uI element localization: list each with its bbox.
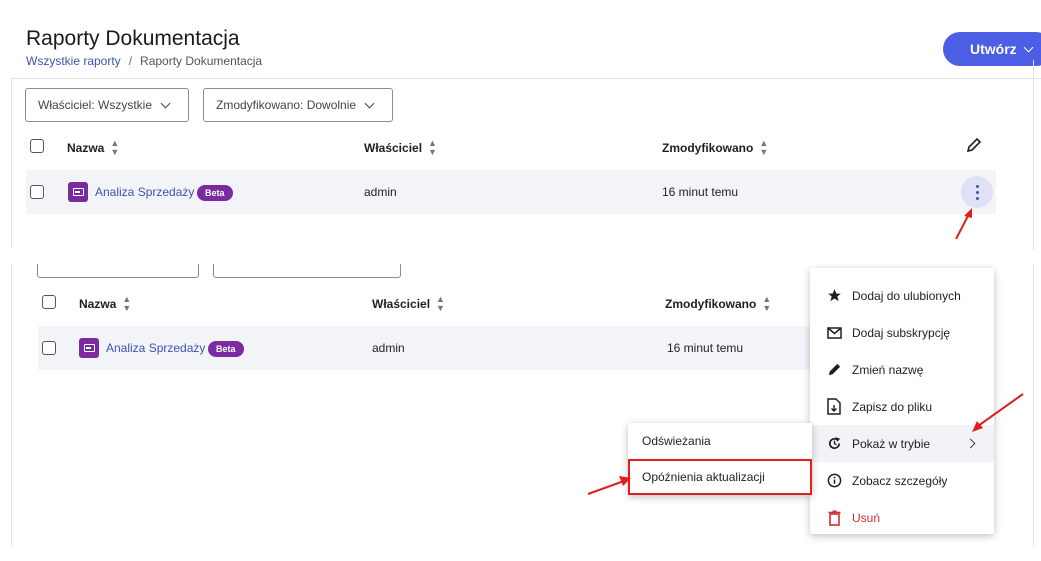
filter-modified-partial[interactable] — [213, 264, 401, 278]
page-title: Raporty Dokumentacja — [26, 27, 240, 50]
select-all-checkbox[interactable] — [30, 139, 44, 153]
left-border — [11, 264, 12, 547]
menu-item-label: Pokaż w trybie — [852, 436, 931, 451]
column-header-name[interactable]: Nazwa ▲ ▼ — [67, 139, 119, 157]
filter-owner-partial[interactable] — [37, 264, 199, 278]
breadcrumb: Wszystkie raporty / Raporty Dokumentacja — [26, 54, 262, 68]
select-all-checkbox[interactable] — [42, 295, 56, 309]
sort-icon: ▲ ▼ — [759, 138, 769, 157]
star-icon — [826, 288, 842, 304]
create-button[interactable]: Utwórz — [943, 32, 1041, 66]
right-border — [1033, 264, 1034, 547]
beta-badge: Beta — [197, 185, 233, 201]
menu-item-add-favorite[interactable]: Dodaj do ulubionych — [810, 277, 994, 314]
breadcrumb-current: Raporty Dokumentacja — [140, 54, 263, 68]
header-divider — [11, 78, 1041, 79]
row-checkbox[interactable] — [42, 341, 56, 355]
owner-cell: admin — [364, 185, 397, 199]
column-header-label: Właściciel — [364, 141, 423, 155]
column-header-label: Właściciel — [372, 297, 431, 311]
create-button-label: Utwórz — [970, 41, 1017, 57]
column-header-label: Nazwa — [67, 141, 105, 155]
column-header-label: Nazwa — [79, 297, 117, 311]
beta-badge: Beta — [208, 341, 244, 357]
sort-icon: ▲ ▼ — [110, 138, 120, 157]
breadcrumb-separator: / — [128, 54, 133, 68]
report-name-link[interactable]: Analiza Sprzedaży — [95, 185, 194, 199]
sort-icon: ▲ ▼ — [436, 294, 445, 313]
filter-modified[interactable]: Zmodyfikowano: Dowolnie — [203, 88, 393, 122]
menu-item-delete[interactable]: Usuń — [810, 499, 994, 536]
report-icon — [79, 338, 99, 358]
chevron-down-icon — [364, 98, 375, 108]
filter-modified-label: Zmodyfikowano: Dowolnie — [216, 98, 357, 112]
column-header-label: Zmodyfikowano — [662, 141, 754, 155]
column-header-label: Zmodyfikowano — [665, 297, 757, 311]
file-download-icon — [826, 398, 842, 415]
breadcrumb-link-all-reports[interactable]: Wszystkie raporty — [26, 54, 121, 68]
sort-icon: ▲ ▼ — [428, 138, 437, 157]
column-header-owner[interactable]: Właściciel ▲ ▼ — [364, 139, 437, 157]
chevron-down-icon — [160, 98, 171, 108]
trash-icon — [826, 510, 842, 526]
report-name-link[interactable]: Analiza Sprzedaży — [106, 341, 205, 355]
kebab-menu-icon[interactable] — [961, 176, 993, 208]
menu-item-label: Dodaj subskrypcję — [852, 325, 951, 340]
menu-item-view-details[interactable]: Zobacz szczegóły — [810, 462, 994, 499]
column-header-modified[interactable]: Zmodyfikowano ▲ ▼ — [662, 139, 768, 157]
submenu-item-refresh[interactable]: Odświeżania — [628, 423, 812, 459]
column-header-name[interactable]: Nazwa ▲ ▼ — [79, 295, 131, 313]
mail-icon — [826, 325, 842, 341]
report-icon — [68, 182, 88, 202]
menu-item-rename[interactable]: Zmień nazwę — [810, 351, 994, 388]
pencil-icon — [826, 362, 842, 378]
filter-owner[interactable]: Właściciel: Wszystkie — [25, 88, 189, 122]
left-border — [11, 78, 12, 248]
submenu-item-update-delays[interactable]: Opóźnienia aktualizacji — [628, 459, 812, 495]
owner-cell: admin — [372, 341, 405, 355]
annotation-arrow-icon — [587, 476, 631, 495]
filter-owner-label: Właściciel: Wszystkie — [38, 98, 153, 112]
column-header-modified[interactable]: Zmodyfikowano ▲ ▼ — [665, 295, 771, 313]
menu-item-label: Zmień nazwę — [852, 362, 924, 377]
refresh-icon — [826, 436, 842, 452]
column-header-owner[interactable]: Właściciel ▲ ▼ — [372, 295, 445, 313]
chevron-down-icon — [1023, 42, 1034, 52]
menu-item-label: Zapisz do pliku — [852, 399, 933, 414]
chevron-right-icon — [965, 438, 976, 449]
row-checkbox[interactable] — [30, 185, 44, 199]
modified-cell: 16 minut temu — [667, 341, 744, 355]
annotation-arrow-icon — [972, 393, 1024, 432]
menu-item-label: Zobacz szczegóły — [852, 473, 948, 488]
menu-item-label: Usuń — [852, 510, 881, 525]
right-border — [1033, 60, 1034, 250]
menu-item-add-subscription[interactable]: Dodaj subskrypcję — [810, 314, 994, 351]
modified-cell: 16 minut temu — [662, 185, 739, 199]
sort-icon: ▲ ▼ — [762, 294, 772, 313]
info-icon — [826, 473, 842, 489]
pencil-icon[interactable] — [966, 137, 982, 153]
menu-item-label: Dodaj do ulubionych — [852, 288, 961, 303]
submenu: Odświeżania Opóźnienia aktualizacji — [628, 423, 812, 495]
sort-icon: ▲ ▼ — [122, 294, 132, 313]
annotation-arrow-icon — [955, 208, 972, 240]
